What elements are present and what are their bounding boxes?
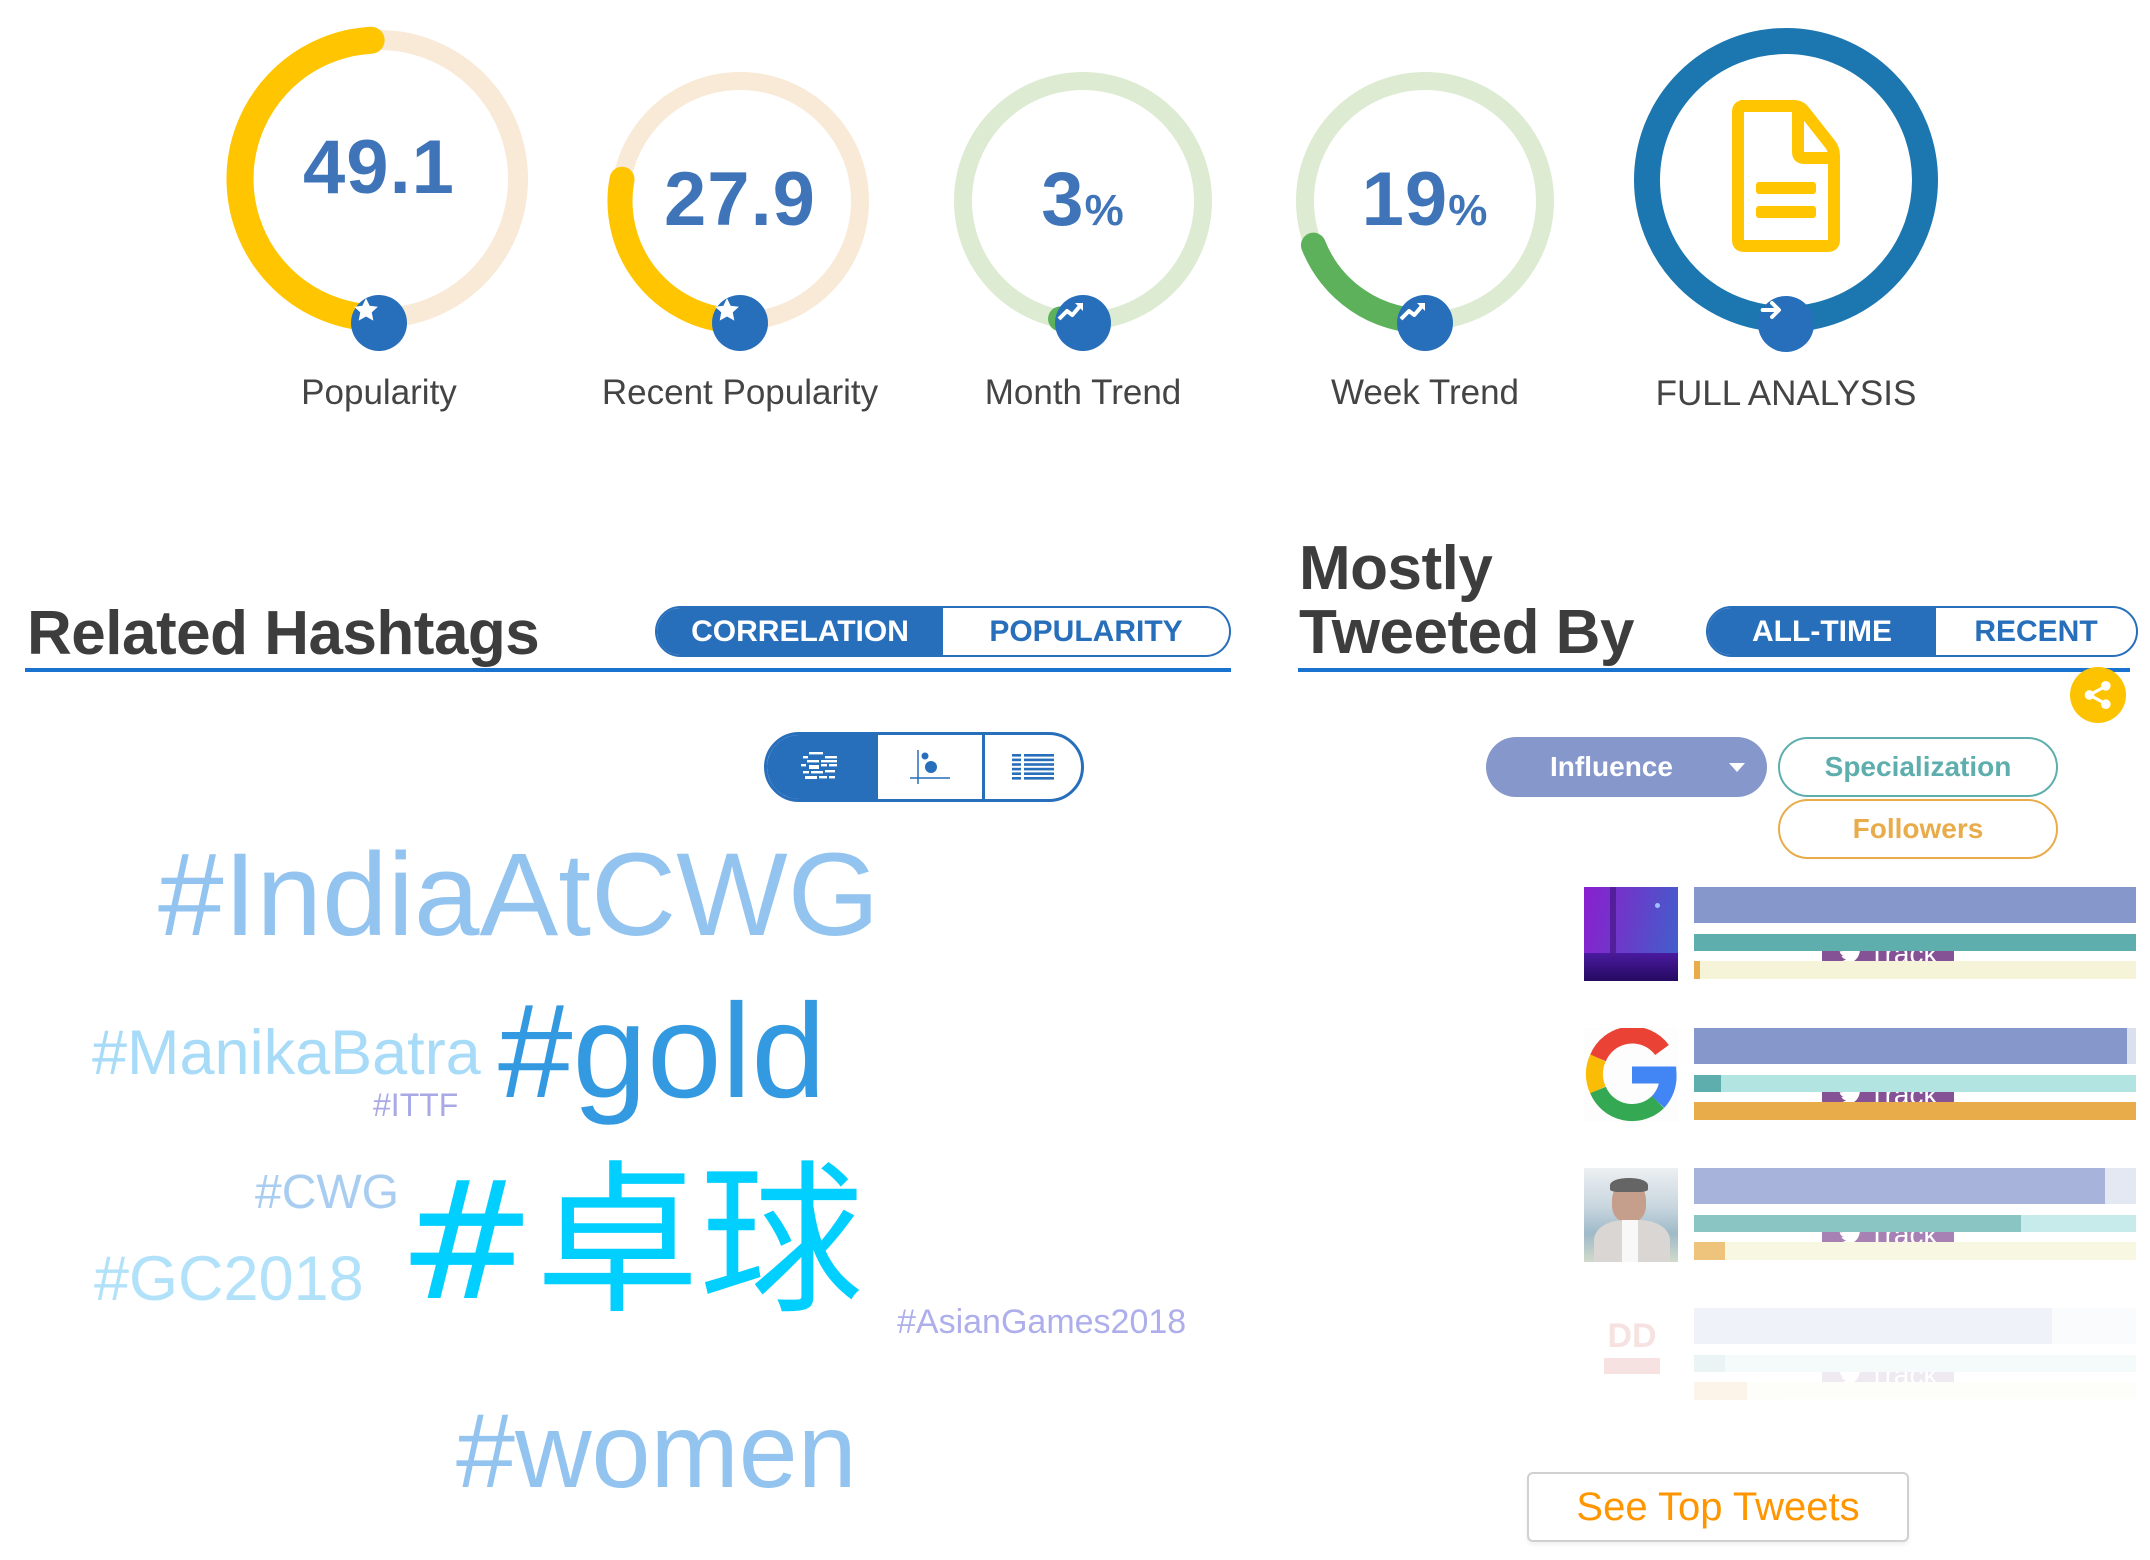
avatar[interactable]	[1584, 1168, 1678, 1262]
word-cloud-view-icon	[801, 752, 837, 779]
share-button[interactable]	[2070, 667, 2126, 723]
arrow-right-icon	[1760, 301, 1781, 319]
hashtag-takkyu[interactable]: #卓球	[398, 1160, 863, 1324]
view-mode-toggle	[764, 732, 1084, 802]
followers-bar	[1694, 1382, 2136, 1400]
hashtag-gc2018[interactable]: #GC2018	[94, 1248, 364, 1311]
hashtag-manikabatra[interactable]: #ManikaBatra	[92, 1022, 481, 1085]
hashtag-indiaatcwg[interactable]: #IndiaAtCWG	[158, 836, 879, 954]
hashtag-ittf[interactable]: #ITTF	[373, 1089, 458, 1121]
gauge-label: Month Trend	[984, 373, 1182, 412]
specialization-bar	[1694, 1355, 2136, 1372]
user-row: @Ra_THORe Track	[1380, 1168, 2140, 1264]
gauge-value: 19%	[1361, 157, 1489, 242]
gauge-badge	[351, 295, 407, 351]
trend-up-icon	[1399, 303, 1425, 321]
gauge-month-trend: 3% Month Trend	[951, 69, 1215, 410]
hashtag-cwg[interactable]: #CWG	[255, 1169, 399, 1217]
full-analysis-label: FULL ANALYSIS	[1655, 374, 1917, 413]
section-divider	[25, 668, 1231, 672]
gauge-value: 3%	[1041, 157, 1125, 242]
tab-correlation[interactable]: CORRELATION	[657, 608, 943, 655]
influence-bar	[1694, 887, 2136, 923]
view-mode-list[interactable]	[982, 735, 1081, 799]
document-icon	[1732, 100, 1840, 252]
metric-button-specialization[interactable]: Specialization	[1778, 737, 2058, 797]
followers-bar	[1694, 1102, 2136, 1120]
see-top-tweets-button[interactable]: See Top Tweets	[1527, 1472, 1909, 1542]
google-g-logo	[1585, 1028, 1677, 1122]
metric-dropdown-label: Influence	[1550, 751, 1673, 782]
gauge-popularity: 49.1 Popularity	[226, 26, 531, 410]
influence-bar	[1694, 1028, 2136, 1064]
user-row: @VictorAigner Track	[1380, 887, 2140, 983]
tweeted-by-title-line1: Mostly	[1299, 534, 1493, 603]
followers-bar	[1694, 961, 2136, 979]
tweeted-by-title-line2: Tweeted By	[1299, 598, 1634, 667]
specialization-bar	[1694, 1075, 2136, 1092]
gauge-badge	[712, 295, 768, 351]
influence-bar	[1694, 1308, 2136, 1344]
specialization-bar	[1694, 1215, 2136, 1232]
gauge-value: 27.9	[664, 157, 816, 242]
user-row: @DDNewsLive Track DD	[1380, 1308, 2140, 1404]
hashtag-asiangames2018[interactable]: #AsianGames2018	[897, 1305, 1186, 1339]
hashtag-women[interactable]: #women	[456, 1398, 857, 1504]
gauge-label: Recent Popularity	[601, 373, 879, 412]
gauge-recent-popularity: 27.9 Recent Popularity	[602, 69, 878, 410]
followers-bar	[1694, 1242, 2136, 1260]
trend-up-icon	[1057, 303, 1083, 321]
view-mode-scatter[interactable]	[875, 735, 982, 799]
view-mode-word-cloud[interactable]	[767, 735, 875, 799]
influence-bar	[1694, 1168, 2136, 1204]
tweeted-by-title: Mostly Tweeted By	[1299, 537, 1634, 665]
gauge-week-trend: 19% Week Trend	[1293, 69, 1557, 410]
dd-news-logo: DD	[1607, 1317, 1657, 1355]
gauge-badge	[1397, 295, 1453, 351]
gauge-badge	[1055, 295, 1111, 351]
full-analysis-badge	[1758, 296, 1814, 352]
hashtag-gold[interactable]: #gold	[498, 985, 826, 1119]
gauge-value: 49.1	[303, 125, 455, 210]
tab-all-time[interactable]: ALL-TIME	[1708, 608, 1936, 655]
avatar[interactable]: DD	[1584, 1308, 1678, 1402]
metric-dropdown-influence[interactable]: Influence	[1486, 737, 1767, 797]
avatar[interactable]	[1584, 1028, 1678, 1122]
metric-button-followers[interactable]: Followers	[1778, 799, 2058, 859]
avatar[interactable]	[1584, 887, 1678, 981]
user-row: @google Track	[1380, 1028, 2140, 1124]
hashtag-sort-toggle: CORRELATION POPULARITY	[655, 606, 1231, 657]
gauge-label: Popularity	[301, 373, 457, 412]
star-icon	[715, 298, 739, 321]
gauge-label: Week Trend	[1330, 373, 1520, 412]
caret-down-icon	[1729, 763, 1745, 772]
star-icon	[354, 298, 378, 321]
section-divider	[1298, 668, 2130, 672]
related-hashtags-title: Related Hashtags	[27, 599, 540, 668]
tab-recent[interactable]: RECENT	[1936, 608, 2136, 655]
list-view-icon	[1012, 754, 1054, 780]
full-analysis-button[interactable]: FULL ANALYSIS	[1634, 28, 1938, 411]
scatter-view-icon	[910, 750, 950, 784]
specialization-bar	[1694, 934, 2136, 951]
tweeted-by-period-toggle: ALL-TIME RECENT	[1706, 606, 2138, 657]
tab-popularity[interactable]: POPULARITY	[943, 608, 1229, 655]
share-icon	[2084, 680, 2111, 710]
